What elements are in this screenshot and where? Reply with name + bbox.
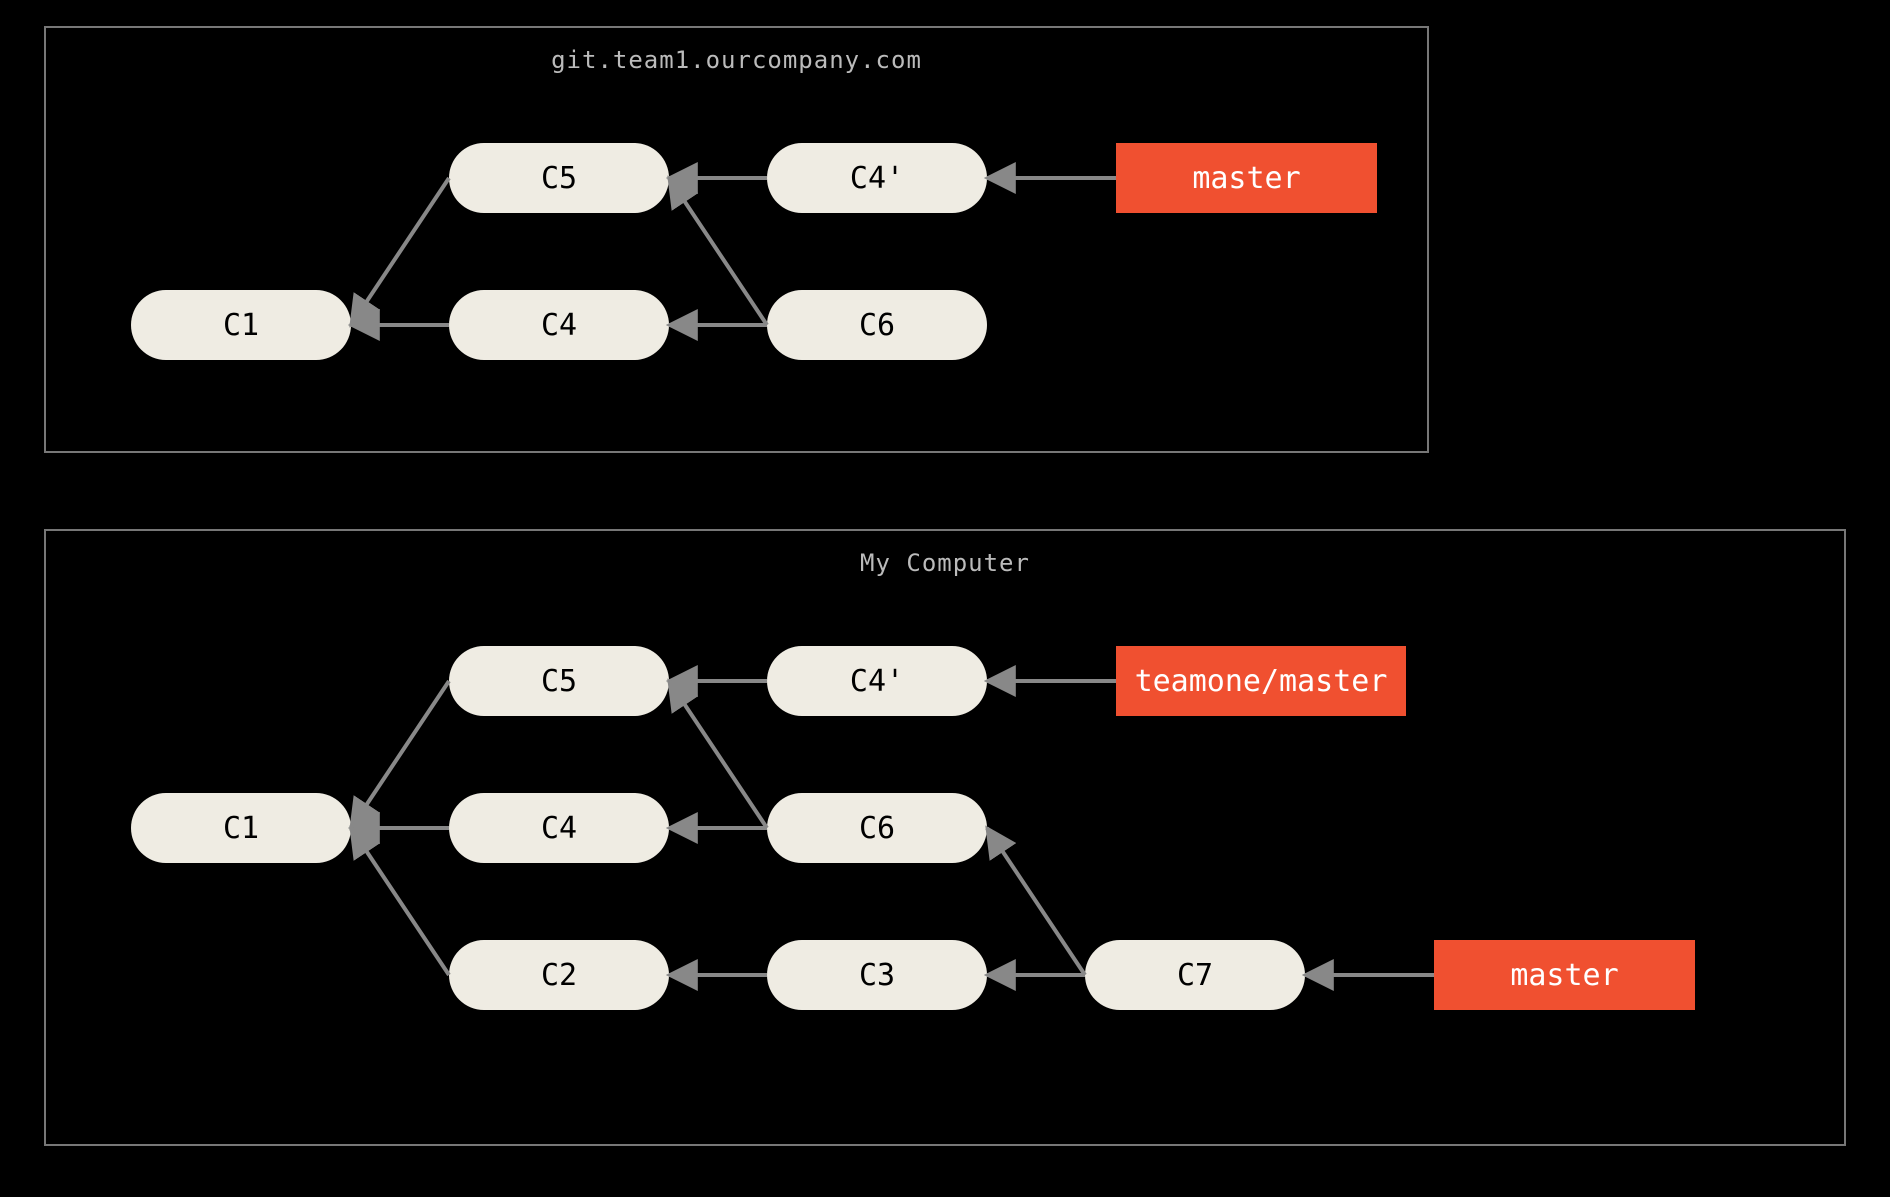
branch-label: master bbox=[1116, 143, 1377, 213]
commit-node: C6 bbox=[767, 290, 987, 360]
commit-node: C5 bbox=[449, 143, 669, 213]
commit-node: C4' bbox=[767, 143, 987, 213]
local-box-title: My Computer bbox=[46, 549, 1844, 577]
commit-node: C3 bbox=[767, 940, 987, 1010]
commit-node: C6 bbox=[767, 793, 987, 863]
branch-label: teamone/master bbox=[1116, 646, 1406, 716]
commit-node: C1 bbox=[131, 290, 351, 360]
branch-label: master bbox=[1434, 940, 1695, 1010]
remote-box: git.team1.ourcompany.com bbox=[44, 26, 1429, 453]
commit-node: C4' bbox=[767, 646, 987, 716]
commit-node: C1 bbox=[131, 793, 351, 863]
diagram-canvas: git.team1.ourcompany.com My Computer C1 … bbox=[0, 0, 1890, 1197]
commit-node: C5 bbox=[449, 646, 669, 716]
remote-box-title: git.team1.ourcompany.com bbox=[46, 46, 1427, 74]
commit-node: C7 bbox=[1085, 940, 1305, 1010]
commit-node: C2 bbox=[449, 940, 669, 1010]
commit-node: C4 bbox=[449, 290, 669, 360]
commit-node: C4 bbox=[449, 793, 669, 863]
